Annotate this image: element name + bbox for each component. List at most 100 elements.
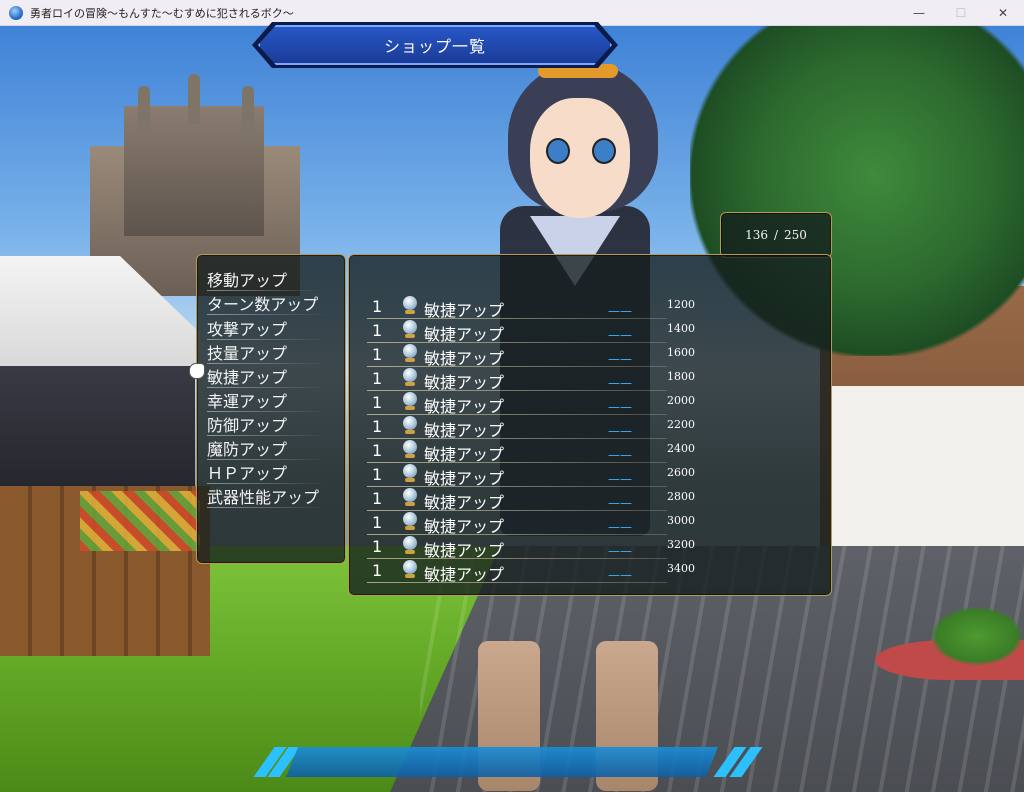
item-quantity: 1 [372, 513, 383, 532]
orb-stand [405, 406, 415, 410]
shop-item-row[interactable]: 1 敏捷アップ —— 3400 [367, 559, 807, 584]
category-label: 敏捷アップ [207, 368, 288, 387]
category-label: 幸運アップ [207, 392, 288, 411]
category-defense-up[interactable]: 防御アップ [207, 412, 327, 436]
item-price: 2000 [667, 394, 695, 407]
item-quantity: 1 [372, 417, 383, 436]
crystal-orb-icon [403, 560, 417, 574]
produce-display [80, 491, 200, 551]
category-turn-up[interactable]: ターン数アップ [207, 291, 327, 315]
item-status: —— [608, 352, 632, 366]
item-price: 3200 [667, 538, 695, 551]
gold-max: 250 [784, 228, 807, 242]
shop-item-row[interactable]: 1 敏捷アップ —— 1200 [367, 295, 807, 320]
shop-item-row[interactable]: 1 敏捷アップ —— 3000 [367, 511, 807, 536]
item-quantity: 1 [372, 345, 383, 364]
window-controls: — ☐ ✕ [898, 0, 1024, 25]
gold-window: 136 / 250 [720, 212, 832, 258]
category-resistance-up[interactable]: 魔防アップ [207, 436, 327, 460]
orb-stand [405, 334, 415, 338]
character-eye [546, 138, 570, 164]
crystal-orb-icon [403, 368, 417, 382]
item-quantity: 1 [372, 393, 383, 412]
gold-current: 136 [745, 228, 768, 242]
orb-stand [405, 430, 415, 434]
row-divider [367, 582, 667, 583]
item-quantity: 1 [372, 321, 383, 340]
category-label: 攻撃アップ [207, 320, 288, 339]
category-label: ターン数アップ [207, 295, 319, 314]
category-menu: 移動アップ ターン数アップ 攻撃アップ 技量アップ 敏捷アップ 幸運アップ 防御… [196, 254, 346, 564]
minimize-button[interactable]: — [898, 0, 940, 25]
item-quantity: 1 [372, 561, 383, 580]
crystal-orb-icon [403, 536, 417, 550]
shop-item-row[interactable]: 1 敏捷アップ —— 1800 [367, 367, 807, 392]
category-label: 防御アップ [207, 416, 288, 435]
gold-separator: / [773, 228, 779, 242]
tower-spire [242, 86, 254, 136]
shop-item-row[interactable]: 1 敏捷アップ —— 2400 [367, 439, 807, 464]
category-agility-up[interactable]: 敏捷アップ [207, 364, 327, 388]
hand-pointer-icon [190, 364, 204, 378]
category-label: 移動アップ [207, 271, 288, 290]
crystal-orb-icon [403, 440, 417, 454]
item-quantity: 1 [372, 537, 383, 556]
window-title: 勇者ロイの冒険〜もんすた〜むすめに犯されるボク〜 [30, 6, 294, 20]
category-hp-up[interactable]: ＨＰアップ [207, 460, 327, 484]
gold-display: 136 / 250 [721, 213, 831, 257]
shop-item-row[interactable]: 1 敏捷アップ —— 2600 [367, 463, 807, 488]
shop-item-row[interactable]: 1 敏捷アップ —— 1600 [367, 343, 807, 368]
shop-item-row[interactable]: 1 敏捷アップ —— 1400 [367, 319, 807, 344]
category-label: 武器性能アップ [207, 488, 320, 507]
orb-stand [405, 574, 415, 578]
shop-item-row[interactable]: 1 敏捷アップ —— 3200 [367, 535, 807, 560]
item-price: 3000 [667, 514, 695, 527]
item-quantity: 1 [372, 489, 383, 508]
crystal-orb-icon [403, 512, 417, 526]
shop-item-row[interactable]: 1 敏捷アップ —— 2800 [367, 487, 807, 512]
item-quantity: 1 [372, 297, 383, 316]
orb-stand [405, 358, 415, 362]
item-price: 2200 [667, 418, 695, 431]
item-quantity: 1 [372, 441, 383, 460]
maximize-button[interactable]: ☐ [940, 0, 982, 25]
item-price: 2400 [667, 442, 695, 455]
item-status: —— [608, 400, 632, 414]
item-price: 1200 [667, 298, 695, 311]
item-quantity: 1 [372, 465, 383, 484]
orb-stand [405, 526, 415, 530]
orb-stand [405, 310, 415, 314]
item-status: —— [608, 328, 632, 342]
tower-spire [188, 74, 200, 124]
category-label: 技量アップ [207, 344, 288, 363]
item-price: 1800 [667, 370, 695, 383]
shop-item-row[interactable]: 1 敏捷アップ —— 2200 [367, 415, 807, 440]
category-attack-up[interactable]: 攻撃アップ [207, 316, 327, 340]
item-price: 2600 [667, 466, 695, 479]
orb-stand [405, 454, 415, 458]
close-button[interactable]: ✕ [982, 0, 1024, 25]
category-underline [207, 314, 327, 315]
item-status: —— [608, 304, 632, 318]
crystal-orb-icon [403, 416, 417, 430]
orb-stand [405, 502, 415, 506]
orb-stand [405, 382, 415, 386]
orb-stand [405, 550, 415, 554]
category-weapon-up[interactable]: 武器性能アップ [207, 484, 327, 508]
item-price: 1400 [667, 322, 695, 335]
item-status: —— [608, 472, 632, 486]
shop-title: ショップ一覧 [383, 37, 486, 56]
item-status: —— [608, 376, 632, 390]
item-status: —— [608, 496, 632, 510]
item-status: —— [608, 520, 632, 534]
shop-item-row[interactable]: 1 敏捷アップ —— 2000 [367, 391, 807, 416]
crystal-orb-icon [403, 320, 417, 334]
item-price: 1600 [667, 346, 695, 359]
category-luck-up[interactable]: 幸運アップ [207, 388, 327, 412]
crystal-orb-icon [403, 296, 417, 310]
white-storefront [830, 386, 1024, 546]
category-move-up[interactable]: 移動アップ [207, 267, 327, 291]
green-bush [930, 606, 1024, 666]
category-underline [207, 507, 327, 508]
category-skill-up[interactable]: 技量アップ [207, 340, 327, 364]
